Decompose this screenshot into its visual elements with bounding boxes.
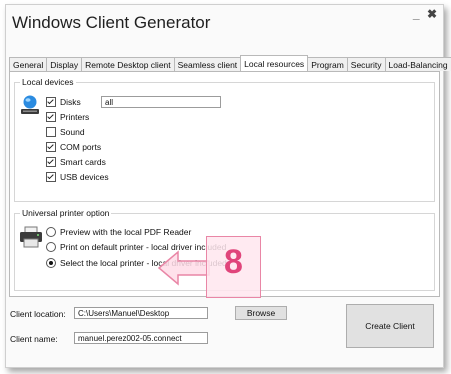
client-name-input[interactable]: manuel.perez002-05.connect bbox=[74, 332, 208, 344]
window-controls: _ ✖ bbox=[409, 7, 437, 21]
select-local-printer-radio[interactable] bbox=[46, 258, 56, 268]
local-devices-label: Local devices bbox=[20, 77, 76, 87]
printers-checkbox[interactable] bbox=[46, 112, 56, 122]
tab-seamless-client[interactable]: Seamless client bbox=[173, 57, 242, 71]
disks-label: Disks bbox=[60, 97, 81, 107]
usb-devices-label: USB devices bbox=[60, 172, 109, 182]
client-name-label: Client name: bbox=[10, 334, 58, 344]
local-devices-group: Local devices Disks all Printers Sound C… bbox=[14, 77, 435, 202]
sound-label: Sound bbox=[60, 127, 85, 137]
client-location-input[interactable]: C:\Users\Manuel\Desktop bbox=[74, 307, 208, 319]
tab-load-balancing[interactable]: Load-Balancing bbox=[384, 57, 451, 71]
app-window: Windows Client Generator _ ✖ General Dis… bbox=[5, 4, 451, 368]
tab-display[interactable]: Display bbox=[46, 57, 83, 71]
computer-globe-icon bbox=[21, 95, 39, 114]
disks-input[interactable]: all bbox=[101, 96, 221, 108]
usb-devices-checkbox[interactable] bbox=[46, 172, 56, 182]
com-ports-checkbox[interactable] bbox=[46, 142, 56, 152]
create-client-button[interactable]: Create Client bbox=[346, 304, 434, 348]
client-location-label: Client location: bbox=[10, 309, 66, 319]
pdf-reader-radio[interactable] bbox=[46, 227, 56, 237]
window-title: Windows Client Generator bbox=[12, 13, 211, 32]
tab-general[interactable]: General bbox=[9, 57, 48, 71]
usb-devices-option[interactable]: USB devices bbox=[46, 171, 109, 183]
smart-cards-option[interactable]: Smart cards bbox=[46, 156, 106, 168]
tab-local-resources[interactable]: Local resources bbox=[240, 55, 309, 71]
disks-checkbox[interactable] bbox=[46, 97, 56, 107]
smart-cards-checkbox[interactable] bbox=[46, 157, 56, 167]
sound-checkbox[interactable] bbox=[46, 127, 56, 137]
tab-bar: General Display Remote Desktop client Se… bbox=[9, 55, 451, 71]
com-ports-label: COM ports bbox=[60, 142, 102, 152]
pdf-reader-label: Preview with the local PDF Reader bbox=[60, 227, 192, 237]
tab-remote-desktop-client[interactable]: Remote Desktop client bbox=[81, 57, 175, 71]
default-printer-radio[interactable] bbox=[46, 242, 56, 252]
sound-option[interactable]: Sound bbox=[46, 126, 85, 138]
printer-icon bbox=[20, 226, 42, 248]
pdf-reader-option[interactable]: Preview with the local PDF Reader bbox=[46, 226, 191, 238]
disks-option[interactable]: Disks bbox=[46, 96, 81, 108]
step-number: 8 bbox=[224, 243, 243, 281]
close-icon[interactable]: ✖ bbox=[427, 7, 437, 21]
step-callout: 8 bbox=[206, 236, 261, 298]
com-ports-option[interactable]: COM ports bbox=[46, 141, 101, 153]
tab-security[interactable]: Security bbox=[346, 57, 386, 71]
minimize-icon[interactable]: _ bbox=[413, 7, 420, 21]
pointer-arrow-icon bbox=[158, 250, 210, 286]
browse-button[interactable]: Browse bbox=[235, 306, 287, 320]
printers-label: Printers bbox=[60, 112, 90, 122]
tab-program[interactable]: Program bbox=[307, 57, 348, 71]
smart-cards-label: Smart cards bbox=[60, 157, 106, 167]
printer-option-label: Universal printer option bbox=[20, 208, 112, 218]
printers-option[interactable]: Printers bbox=[46, 111, 89, 123]
